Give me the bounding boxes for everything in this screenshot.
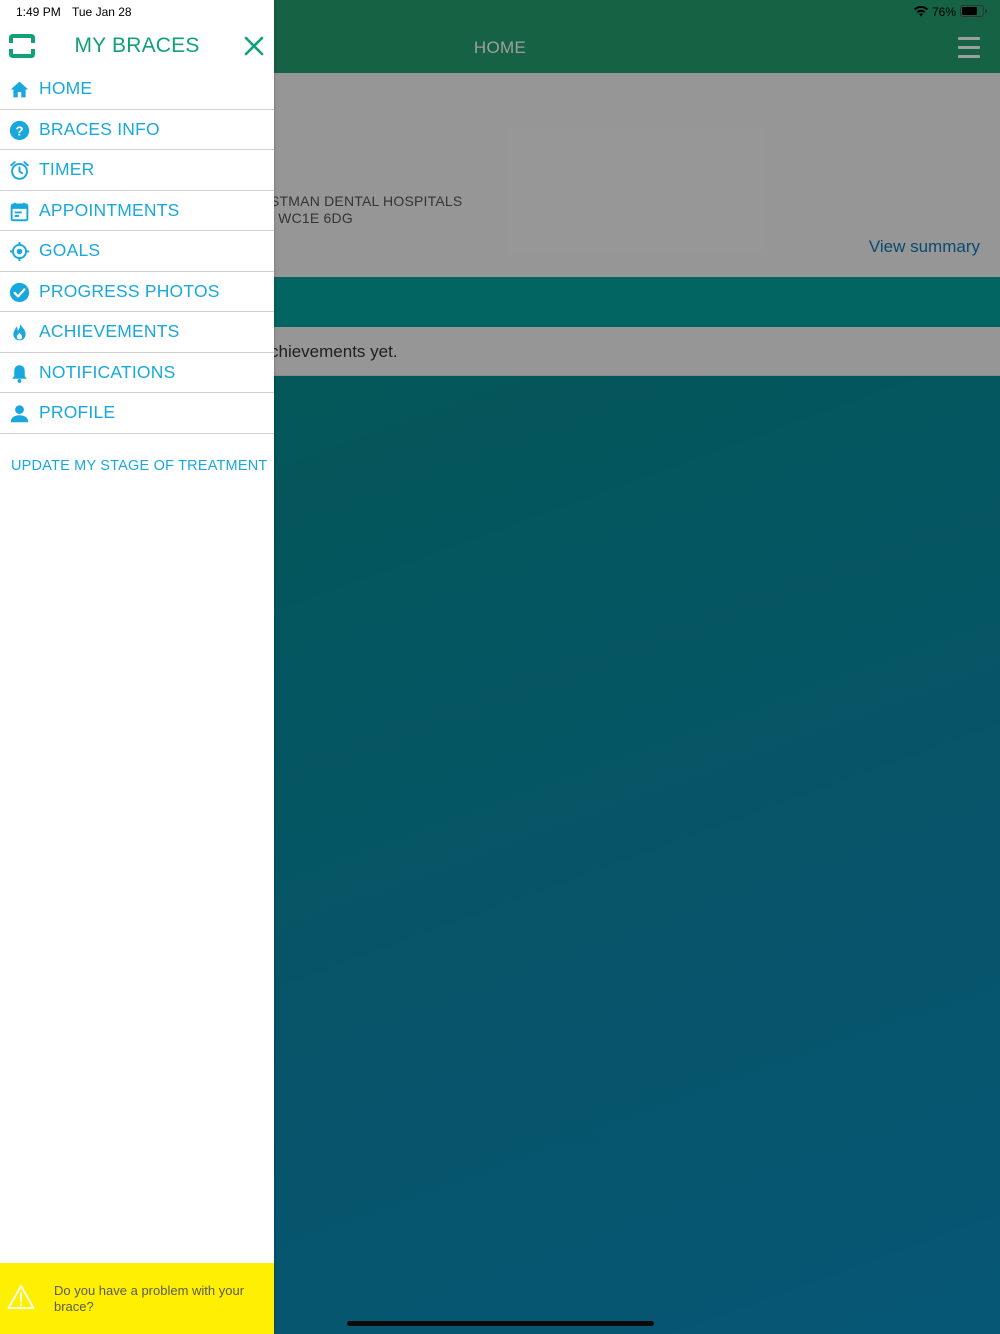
menu-item-appointments[interactable]: APPOINTMENTS bbox=[0, 191, 274, 231]
menu-item-profile[interactable]: PROFILE bbox=[0, 393, 274, 434]
status-bar: 1:49 PM Tue Jan 28 76% bbox=[0, 0, 1000, 24]
menu-item-label: ACHIEVEMENTS bbox=[39, 321, 180, 341]
question-icon: ? bbox=[9, 120, 30, 140]
alarm-clock-icon bbox=[10, 161, 29, 180]
warning-icon bbox=[7, 1285, 35, 1309]
update-stage-link[interactable]: UPDATE MY STAGE OF TREATMENT bbox=[11, 458, 267, 474]
battery-percent: 76% bbox=[932, 5, 957, 19]
svg-text:?: ? bbox=[15, 123, 23, 138]
drawer-menu: HOME ? BRACES INFO TIMER APPOINTMENTS GO… bbox=[0, 69, 274, 434]
battery-icon bbox=[960, 5, 987, 17]
menu-item-label: TIMER bbox=[39, 159, 95, 179]
menu-item-label: HOME bbox=[39, 78, 93, 98]
menu-item-label: GOALS bbox=[39, 240, 101, 260]
menu-item-timer[interactable]: TIMER bbox=[0, 150, 274, 191]
person-icon bbox=[10, 405, 29, 423]
bell-icon bbox=[12, 364, 27, 383]
navigation-drawer: MY BRACES HOME ? BRACES INFO TIMER APPOI… bbox=[0, 0, 274, 1334]
drawer-header: MY BRACES bbox=[0, 24, 274, 68]
menu-item-home[interactable]: HOME bbox=[0, 69, 274, 110]
problem-banner[interactable]: Do you have a problem with your brace? bbox=[0, 1263, 274, 1334]
menu-item-progress-photos[interactable]: PROGRESS PHOTOS bbox=[0, 272, 274, 312]
drawer-title: MY BRACES bbox=[74, 34, 200, 57]
menu-item-braces-info[interactable]: ? BRACES INFO bbox=[0, 110, 274, 150]
wifi-icon bbox=[914, 5, 928, 17]
status-date: Tue Jan 28 bbox=[72, 5, 132, 19]
home-icon bbox=[10, 81, 29, 98]
status-time: 1:49 PM bbox=[16, 5, 61, 19]
menu-item-goals[interactable]: GOALS bbox=[0, 231, 274, 272]
menu-item-label: APPOINTMENTS bbox=[39, 199, 180, 220]
problem-banner-text: Do you have a problem with your brace? bbox=[54, 1283, 245, 1314]
target-icon bbox=[9, 241, 30, 262]
menu-item-label: NOTIFICATIONS bbox=[39, 361, 176, 382]
calendar-icon bbox=[10, 202, 29, 221]
menu-item-label: PROFILE bbox=[39, 402, 116, 422]
close-icon[interactable] bbox=[243, 35, 265, 57]
menu-item-label: PROGRESS PHOTOS bbox=[39, 280, 220, 301]
check-circle-icon bbox=[9, 282, 30, 302]
menu-item-label: BRACES INFO bbox=[39, 118, 160, 139]
flame-icon bbox=[13, 323, 26, 341]
menu-item-achievements[interactable]: ACHIEVEMENTS bbox=[0, 312, 274, 353]
menu-item-notifications[interactable]: NOTIFICATIONS bbox=[0, 353, 274, 393]
